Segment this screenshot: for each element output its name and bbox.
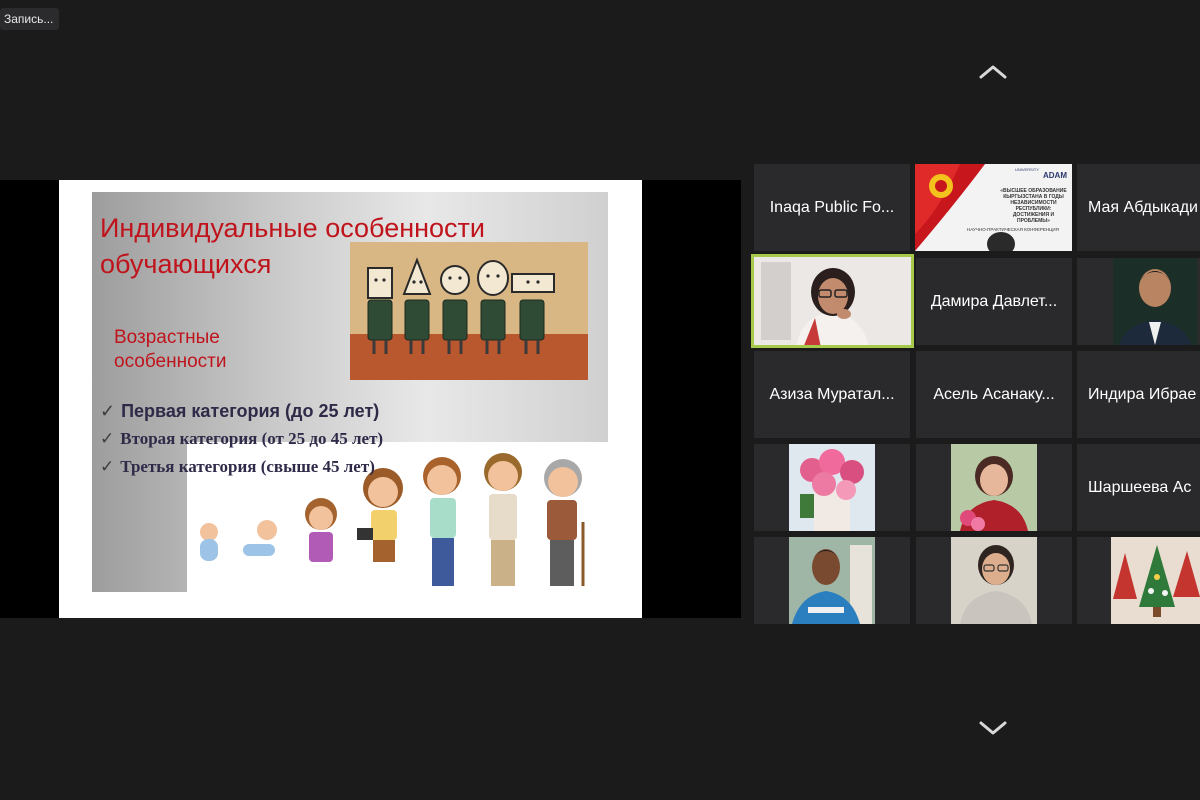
participant-tile[interactable]: Inaqa Public Fo...	[754, 164, 910, 251]
participant-tile[interactable]: Асель Асанаку...	[916, 351, 1072, 438]
category-label: Третья категория (свыше 45 лет)	[120, 457, 375, 476]
participant-tile[interactable]: Шаршеева Ас	[1077, 444, 1200, 531]
category-item-1: ✓ Первая категория (до 25 лет)	[100, 397, 520, 425]
poster-brand: ADAM	[1043, 171, 1067, 180]
christmas-trees-avatar	[1077, 537, 1200, 624]
participant-tile-avatar[interactable]	[916, 444, 1072, 531]
participant-tile-video[interactable]	[1077, 258, 1200, 345]
participant-name: Индира Ибрае	[1088, 385, 1197, 403]
slide-subtitle: Возрастные особенности	[114, 327, 227, 372]
participant-avatar	[754, 537, 910, 624]
checkmark-icon: ✓	[100, 429, 115, 448]
recording-label: Запись...	[4, 12, 54, 26]
poster-brand-prefix: UNIVERSITY	[1015, 167, 1039, 172]
participant-name: Шаршеева Ас	[1088, 478, 1192, 496]
participant-avatar	[916, 537, 1072, 624]
participant-tile[interactable]: Дамира Давлет...	[916, 258, 1072, 345]
participant-name: Inaqa Public Fo...	[769, 198, 895, 216]
presentation-slide: Индивидуальные особенности обучающихся В…	[59, 180, 642, 618]
participant-tile-active-speaker[interactable]	[751, 254, 914, 348]
participant-tile-avatar[interactable]	[1077, 537, 1200, 624]
category-label: Вторая категория (от 25 до 45 лет)	[120, 429, 384, 448]
gallery-previous-page-button[interactable]	[973, 60, 1013, 84]
slide-content: Индивидуальные особенности обучающихся В…	[92, 192, 608, 592]
participant-tile[interactable]: Мая Абдыкади	[1077, 164, 1200, 251]
conference-poster-video: UNIVERSITY ADAM «ВЫСШЕЕ ОБРАЗОВАНИЕ КЫРГ…	[915, 164, 1072, 251]
poster-footer: НАУЧНО-ПРАКТИЧЕСКАЯ КОНФЕРЕНЦИЯ	[967, 227, 1059, 232]
participant-tile-video[interactable]: UNIVERSITY ADAM «ВЫСШЕЕ ОБРАЗОВАНИЕ КЫРГ…	[915, 164, 1072, 251]
participant-tile-avatar[interactable]	[754, 444, 910, 531]
participant-name: Мая Абдыкади	[1088, 198, 1198, 216]
shared-screen: Индивидуальные особенности обучающихся В…	[0, 180, 741, 618]
participant-video	[1077, 258, 1200, 345]
participant-name: Азиза Муратал...	[769, 385, 895, 403]
participant-avatar	[916, 444, 1072, 531]
poster-text: «ВЫСШЕЕ ОБРАЗОВАНИЕ КЫРГЫЗСТАНА В ГОДЫ Н…	[1000, 188, 1067, 224]
category-item-2: ✓ Вторая категория (от 25 до 45 лет)	[100, 425, 520, 453]
category-item-3: ✓ Третья категория (свыше 45 лет)	[100, 453, 520, 481]
category-label: Первая категория (до 25 лет)	[121, 401, 380, 421]
participant-tile-avatar[interactable]	[754, 537, 910, 624]
recording-indicator[interactable]: Запись...	[0, 8, 60, 30]
gallery-next-page-button[interactable]	[973, 716, 1013, 740]
participant-name: Дамира Давлет...	[930, 292, 1058, 310]
speaker-video	[751, 254, 914, 348]
checkmark-icon: ✓	[100, 457, 115, 476]
participant-name: Асель Асанаку...	[933, 385, 1055, 403]
participant-tile[interactable]: Азиза Муратал...	[754, 351, 910, 438]
participant-tile[interactable]: Индира Ибрае	[1077, 351, 1200, 438]
category-list: ✓ Первая категория (до 25 лет) ✓ Вторая ка…	[100, 397, 520, 481]
chevron-up-icon	[979, 65, 1007, 79]
participant-tile-avatar[interactable]	[916, 537, 1072, 624]
flowers-avatar	[754, 444, 910, 531]
checkmark-icon: ✓	[100, 401, 116, 421]
chevron-down-icon	[979, 721, 1007, 735]
business-people-illustration	[350, 242, 588, 380]
